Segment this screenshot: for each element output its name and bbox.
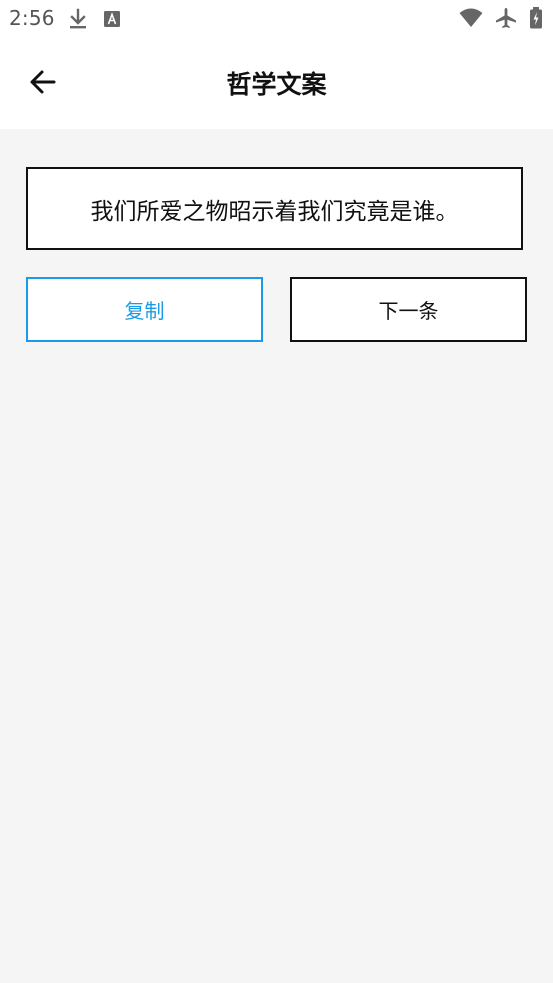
quote-text: 我们所爱之物昭示着我们究竟是谁。	[90, 198, 459, 225]
status-bar: 2:56	[0, 0, 553, 38]
next-button[interactable]: 下一条	[290, 277, 527, 342]
next-button-label: 下一条	[378, 299, 439, 323]
status-time: 2:56	[9, 6, 55, 30]
app-bar: 哲学文案	[0, 38, 553, 129]
airplane-icon	[495, 7, 517, 33]
copy-button[interactable]: 复制	[26, 277, 263, 342]
battery-icon	[529, 7, 543, 33]
copy-button-label: 复制	[124, 299, 165, 323]
download-icon	[68, 8, 88, 34]
wifi-icon	[459, 8, 483, 32]
status-left-icons	[68, 8, 121, 34]
font-a-icon	[103, 10, 121, 32]
status-right-icons	[459, 7, 543, 33]
quote-card: 我们所爱之物昭示着我们究竟是谁。	[26, 167, 523, 250]
page-title: 哲学文案	[226, 70, 327, 99]
